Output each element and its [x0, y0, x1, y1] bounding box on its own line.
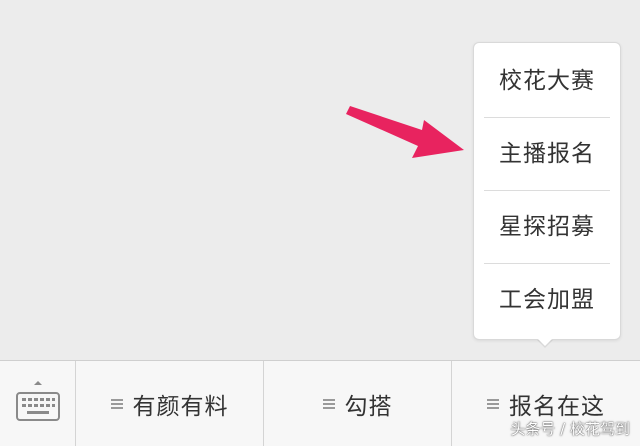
pointer-arrow-shape [346, 106, 464, 158]
menu-lines-icon [110, 397, 123, 411]
submenu-popup: 校花大赛 主播报名 星探招募 工会加盟 [473, 42, 621, 340]
menu-button-label: 报名在这 [509, 393, 605, 420]
submenu-item-campus-contest[interactable]: 校花大赛 [484, 45, 610, 117]
menu-button-chat[interactable]: 勾搭 [264, 361, 452, 446]
watermark: 头条号 / 校花驾到 [510, 420, 630, 438]
submenu-item-streamer-signup[interactable]: 主播报名 [484, 118, 610, 190]
menu-button-label: 有颜有料 [132, 393, 229, 420]
keyboard-icon [16, 381, 60, 421]
keyboard-toggle-button[interactable] [0, 361, 76, 446]
pointer-arrow [346, 106, 464, 158]
menu-button-looks[interactable]: 有颜有料 [76, 361, 264, 446]
menu-lines-icon [487, 397, 499, 411]
menu-button-label: 勾搭 [344, 393, 393, 420]
submenu-item-talent-scout[interactable]: 星探招募 [484, 191, 610, 263]
popup-caret [536, 337, 554, 346]
submenu-item-guild-join[interactable]: 工会加盟 [484, 264, 610, 336]
menu-lines-icon [322, 397, 335, 411]
